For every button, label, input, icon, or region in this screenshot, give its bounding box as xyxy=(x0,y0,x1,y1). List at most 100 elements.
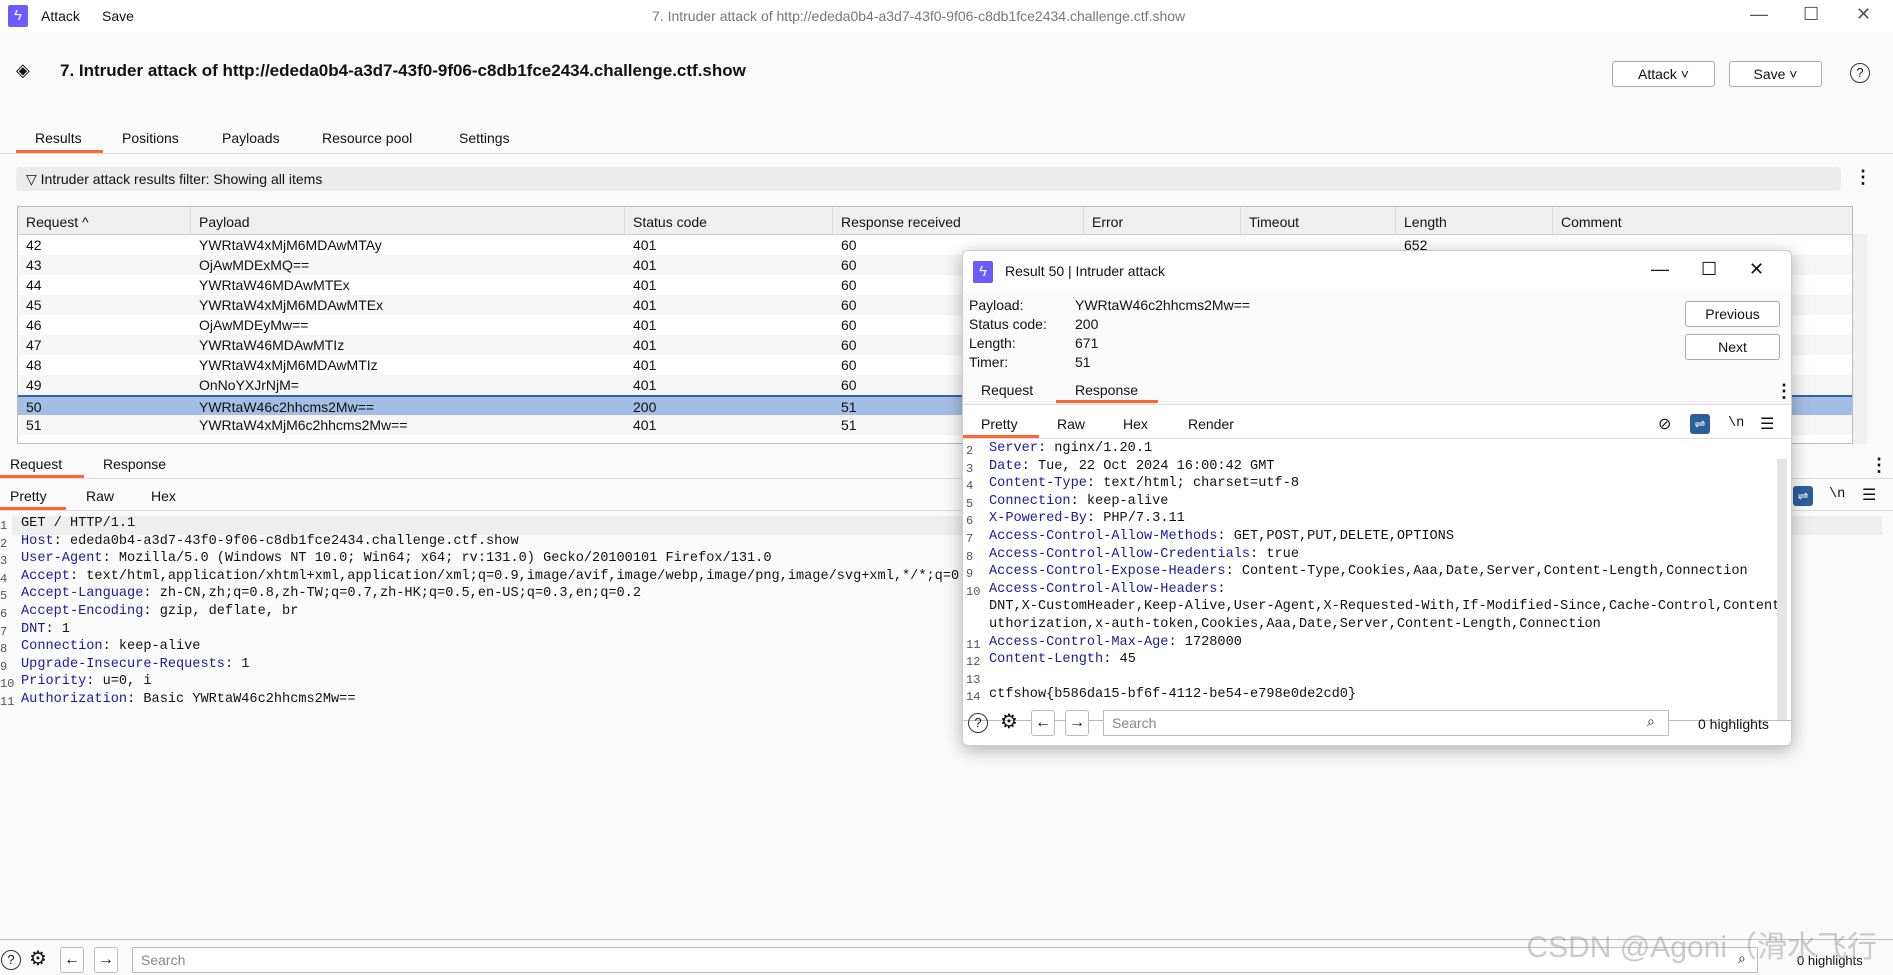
header-value: uthorization,x-auth-token,Cookies,Aaa,Da… xyxy=(989,617,1601,632)
divider xyxy=(963,438,1791,439)
tab-resource-pool[interactable]: Resource pool xyxy=(322,130,412,146)
maximize-icon[interactable]: ☐ xyxy=(1701,259,1717,280)
header-value: : 45 xyxy=(1103,652,1136,668)
back-arrow-icon[interactable]: ← xyxy=(60,947,84,973)
column-header[interactable]: Response received xyxy=(833,207,1084,235)
maximize-icon[interactable]: ☐ xyxy=(1803,4,1819,25)
more-options-icon[interactable]: ⋮ xyxy=(1775,381,1791,402)
column-header[interactable]: Request ^ xyxy=(18,207,191,235)
line-number: 5 xyxy=(966,496,974,511)
forward-arrow-icon[interactable]: → xyxy=(94,947,118,973)
table-cell: 200 xyxy=(633,399,657,415)
more-options-icon[interactable]: ⋮ xyxy=(1854,167,1872,188)
table-cell: 50 xyxy=(26,399,42,415)
header-name: Access-Control-Max-Age xyxy=(989,634,1169,650)
settings-gear-icon[interactable]: ⚙ xyxy=(1000,709,1018,734)
response-scrollbar[interactable] xyxy=(1777,459,1787,721)
save-button[interactable]: Save ˅ xyxy=(1729,61,1822,87)
highlights-count: 0 highlights xyxy=(1698,716,1769,732)
table-cell: 401 xyxy=(633,237,657,253)
line-number: 13 xyxy=(966,672,981,687)
response-editor[interactable]: 2 Server: nginx/1.20.1 3 Date: Tue, 22 Oct … xyxy=(963,441,1785,721)
table-cell: 401 xyxy=(633,377,657,393)
wrap-lines-icon[interactable]: ⇌ xyxy=(1690,414,1710,434)
header-name: Access-Control-Allow-Headers xyxy=(989,581,1218,597)
minimize-icon[interactable]: — xyxy=(1750,4,1768,25)
info-label: Status code: xyxy=(969,316,1047,332)
hide-eye-icon[interactable]: ⊘ xyxy=(1658,414,1671,434)
view-tab-pretty[interactable]: Pretty xyxy=(981,416,1018,432)
previous-button[interactable]: Previous xyxy=(1685,301,1780,327)
table-scrollbar[interactable] xyxy=(1853,234,1867,444)
view-tab-hex[interactable]: Hex xyxy=(1123,416,1148,432)
request-search-input[interactable]: Search xyxy=(132,947,1758,973)
wrap-lines-icon[interactable]: ⇌ xyxy=(1793,486,1813,506)
view-tab-raw[interactable]: Raw xyxy=(1057,416,1085,432)
attack-button[interactable]: Attack ˅ xyxy=(1612,61,1715,87)
table-cell: 45 xyxy=(26,297,42,313)
close-icon[interactable]: ✕ xyxy=(1749,259,1764,280)
header-name: Date xyxy=(989,458,1022,474)
line-number: 6 xyxy=(966,514,974,529)
view-tab-hex[interactable]: Hex xyxy=(151,488,176,504)
line-number: 2 xyxy=(0,536,8,551)
watermark: CSDN @Agoni（滑水飞行 xyxy=(1526,931,1877,964)
table-cell: YWRtaW4xMjM6MDAwMTEx xyxy=(199,297,384,313)
column-header[interactable]: Comment xyxy=(1553,207,1852,235)
table-cell: 60 xyxy=(841,337,857,353)
tab-settings[interactable]: Settings xyxy=(459,130,510,146)
menu-icon[interactable]: ☰ xyxy=(1862,485,1876,505)
next-button[interactable]: Next xyxy=(1685,334,1780,360)
column-header[interactable]: Error xyxy=(1084,207,1241,235)
tab-payloads[interactable]: Payloads xyxy=(222,130,280,146)
header-value: : Basic YWRtaW46c2hhcms2Mw== xyxy=(127,692,356,707)
menu-attack[interactable]: Attack xyxy=(41,8,80,24)
back-arrow-icon[interactable]: ← xyxy=(1031,710,1055,736)
menu-save[interactable]: Save xyxy=(102,8,134,24)
menu-icon[interactable]: ☰ xyxy=(1760,414,1774,434)
help-icon[interactable]: ? xyxy=(1850,63,1870,83)
more-options-icon[interactable]: ⋮ xyxy=(1870,455,1888,476)
code-line: Access-Control-Max-Age: 1728000 xyxy=(989,635,1242,650)
line-number: 2 xyxy=(966,444,974,458)
dialog-tab-response[interactable]: Response xyxy=(1075,382,1138,398)
code-line: Priority: u=0, i xyxy=(21,674,152,689)
info-label: Timer: xyxy=(969,354,1009,370)
newline-toggle-icon[interactable]: \n xyxy=(1829,487,1845,502)
header-name: Accept-Language xyxy=(21,586,144,602)
forward-arrow-icon[interactable]: → xyxy=(1065,710,1089,736)
column-header[interactable]: Payload xyxy=(191,207,625,235)
column-header[interactable]: Length xyxy=(1396,207,1553,235)
view-tab-render[interactable]: Render xyxy=(1188,416,1234,432)
column-header[interactable]: Status code xyxy=(625,207,833,235)
table-cell: 42 xyxy=(26,237,42,253)
view-tab-pretty[interactable]: Pretty xyxy=(10,488,47,504)
tab-response[interactable]: Response xyxy=(103,456,166,472)
dialog-title-bar: ϟ Result 50 | Intruder attack — ☐ ✕ xyxy=(963,251,1791,291)
view-tab-raw[interactable]: Raw xyxy=(86,488,114,504)
dialog-tab-request[interactable]: Request xyxy=(981,382,1033,398)
header-name: Connection xyxy=(989,493,1071,509)
help-icon[interactable]: ? xyxy=(968,713,988,733)
line-number: 3 xyxy=(0,554,8,569)
tab-positions[interactable]: Positions xyxy=(122,130,179,146)
settings-gear-icon[interactable]: ⚙ xyxy=(29,946,47,971)
burp-logo-icon: ϟ xyxy=(8,5,28,27)
results-filter-bar[interactable]: ▽ Intruder attack results filter: Showin… xyxy=(16,167,1841,191)
table-cell: 401 xyxy=(633,257,657,273)
line-number: 10 xyxy=(0,677,15,692)
help-icon[interactable]: ? xyxy=(1,950,21,970)
header-value: : nginx/1.20.1 xyxy=(1037,441,1153,456)
line-number: 5 xyxy=(0,589,8,604)
tab-request[interactable]: Request xyxy=(10,456,62,472)
tab-results[interactable]: Results xyxy=(35,130,82,146)
close-icon[interactable]: ✕ xyxy=(1856,4,1871,25)
newline-toggle-icon[interactable]: \n xyxy=(1728,416,1744,431)
minimize-icon[interactable]: — xyxy=(1651,259,1669,280)
code-line: Upgrade-Insecure-Requests: 1 xyxy=(21,657,249,672)
response-search-input[interactable]: Search xyxy=(1103,710,1669,736)
column-header[interactable]: Timeout xyxy=(1241,207,1396,235)
intruder-icon: ◈ xyxy=(16,60,30,80)
header-name: Content-Length xyxy=(989,652,1104,668)
filter-icon: ▽ xyxy=(26,171,41,187)
